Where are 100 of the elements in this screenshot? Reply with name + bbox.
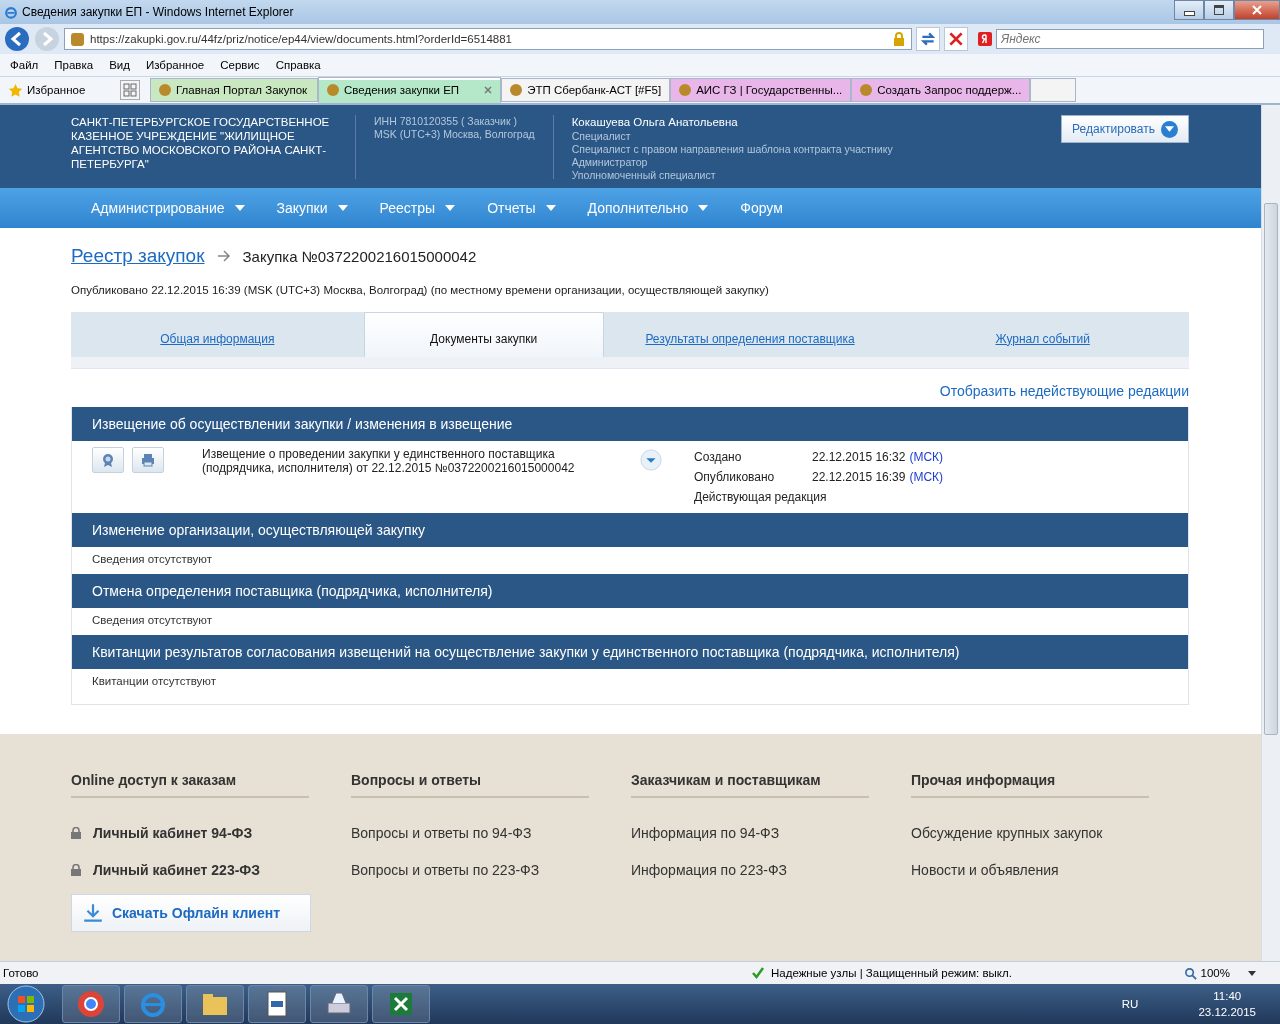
caret-icon (1248, 970, 1256, 976)
browser-tab[interactable]: Главная Портал Закупок (150, 78, 318, 102)
print-icon[interactable] (132, 447, 164, 473)
section-header: Квитанции результатов согласования извещений на осуществление закупки у единственного поставщика (подрядчика, исполнителя) (72, 635, 1188, 669)
clock-time: 11:40 (1213, 989, 1242, 1004)
user-role: Уполномоченный специалист (571, 169, 717, 182)
dropdown-icon (1161, 120, 1178, 138)
download-button[interactable]: Скачать Офлайн клиент (71, 894, 311, 932)
search-field[interactable]: Яндекс (996, 29, 1264, 49)
section-header: Изменение организации, осуществляющей закупку (72, 513, 1188, 547)
magnifier-icon (1183, 966, 1197, 980)
empty-message: Квитанции отсутствуют (91, 674, 217, 689)
browser-logo-icon (4, 5, 18, 19)
zoom-control[interactable]: 100% (1183, 966, 1280, 980)
section-header: Отмена определения поставщика (подрядчика, исполнителя) (72, 574, 1188, 608)
footer-heading: Заказчикам и поставщикам (631, 772, 869, 798)
taskbar-app-icon[interactable] (248, 985, 306, 1023)
footer-link[interactable]: Информация по 94-ФЗ (631, 824, 780, 841)
start-button[interactable] (6, 984, 46, 1024)
published-text: Опубликовано 22.12.2015 16:39 (MSK (UTC+3) Москва, Волгоград) (по местному времени организации, осуществляющей закупку) (71, 284, 770, 296)
registry-link[interactable]: Реестр закупок (71, 245, 205, 267)
footer-link[interactable]: Вопросы и ответы по 94-ФЗ (351, 824, 532, 841)
inn-text: ИНН 7810120355 ( Заказчик ) (374, 115, 518, 128)
maximize-button[interactable] (1204, 0, 1234, 20)
timezone-link[interactable]: (МСК) (909, 450, 944, 464)
caret-icon (545, 205, 556, 211)
edit-button[interactable]: Редактировать (1061, 115, 1189, 143)
language-indicator[interactable]: RU (1121, 998, 1139, 1010)
footer-link[interactable]: Личный кабинет 94-ФЗ (93, 824, 253, 841)
empty-message: Сведения отсутствуют (91, 552, 213, 567)
footer-link[interactable]: Информация по 223-ФЗ (631, 861, 787, 878)
quick-tabs-icon[interactable] (120, 80, 140, 100)
page-tab[interactable]: Документы закупки (363, 312, 604, 357)
clock-date: 23.12.2015 (1198, 1005, 1256, 1020)
user-role: Специалист с правом направления шаблона контракта участнику (571, 143, 894, 156)
address-bar[interactable]: https://zakupki.gov.ru/44fz/priz/notice/ep44/view/documents.html?orderId=6514881 (64, 28, 912, 50)
footer-heading: Вопросы и ответы (351, 772, 589, 798)
security-status: Надежные узлы | Защищенный режим: выкл. (751, 966, 1184, 980)
user-name: Кокашуева Ольга Анатольевна (571, 115, 739, 130)
lock-icon (71, 863, 81, 876)
caret-icon (234, 205, 245, 211)
menu-item[interactable]: Вид (101, 59, 138, 71)
minimize-button[interactable] (1174, 0, 1204, 20)
caret-icon (337, 205, 348, 211)
search-engine-icon (978, 32, 992, 46)
scrollbar[interactable] (1261, 105, 1280, 961)
caret-icon (445, 205, 456, 211)
empty-message: Сведения отсутствуют (91, 613, 213, 628)
star-icon (8, 82, 23, 98)
stop-icon[interactable] (944, 27, 968, 51)
browser-tab[interactable]: АИС ГЗ | Государственны... (670, 78, 852, 102)
timezone-text: MSK (UTC+3) Москва, Волгоград (374, 128, 535, 141)
user-role: Специалист (571, 130, 632, 143)
taskbar-app-icon[interactable] (62, 985, 120, 1023)
browser-tab[interactable]: Сведения закупки ЕП (318, 77, 502, 103)
timezone-link[interactable]: (МСК) (909, 470, 944, 484)
footer-heading: Прочая информация (911, 772, 1149, 798)
favorites-button[interactable]: Избранное (0, 82, 116, 98)
document-link[interactable]: Извещение о проведении закупки у единственного поставщика (подрядчика, исполнителя) от 22.12.2015 №0372200216015000042 (202, 447, 622, 475)
purchase-title: Закупка №0372200216015000042 (242, 247, 477, 265)
page-tab[interactable]: Общая информация (71, 312, 364, 357)
arrow-icon (216, 250, 231, 262)
meta-date: 22.12.2015 16:39 (812, 470, 906, 484)
footer-heading: Online доступ к заказам (71, 772, 309, 798)
taskbar-app-icon[interactable] (372, 985, 430, 1023)
menu-item[interactable]: Файл (2, 59, 47, 71)
footer-link[interactable]: Личный кабинет 223-ФЗ (93, 861, 261, 878)
caret-icon (698, 205, 709, 211)
meta-date: 22.12.2015 16:32 (812, 450, 906, 464)
footer-link[interactable]: Обсуждение крупных закупок (911, 824, 1103, 841)
page-tab[interactable]: Результаты определения поставщика (603, 312, 897, 357)
lock-icon (71, 826, 81, 839)
menu-item[interactable]: Справка (267, 59, 329, 71)
footer-link[interactable]: Новости и объявления (911, 861, 1059, 878)
expand-icon[interactable] (640, 449, 662, 471)
meta-label: Опубликовано (694, 470, 776, 484)
status-text: Готово (2, 967, 40, 979)
back-button[interactable] (4, 26, 30, 52)
refresh-icon[interactable] (916, 27, 940, 51)
download-icon (82, 902, 104, 924)
organization-name: САНКТ-ПЕТЕРБУРГСКОЕ ГОСУДАРСТВЕННОЕ КАЗЕННОЕ УЧРЕЖДЕНИЕ "ЖИЛИЩНОЕ АГЕНТСТВО МОСКОВСКОГО РАЙОНА САНКТ-ПЕТЕРБУРГА" (71, 115, 331, 172)
section-header: Извещение об осуществлении закупки / изменения в извещение (72, 407, 1188, 441)
meta-label: Создано (694, 450, 743, 464)
taskbar-app-icon[interactable] (310, 985, 368, 1023)
menu-item[interactable]: Избранное (137, 59, 213, 71)
taskbar-app-icon[interactable] (186, 985, 244, 1023)
lock-icon (893, 32, 905, 46)
award-icon[interactable] (92, 447, 124, 473)
footer-link[interactable]: Вопросы и ответы по 223-ФЗ (351, 861, 540, 878)
menu-item[interactable]: Правка (46, 59, 102, 71)
checkmark-icon (751, 966, 765, 980)
close-icon (1252, 5, 1262, 15)
user-role: Администратор (571, 156, 649, 169)
browser-tab[interactable]: ЭТП Сбербанк-АСТ [#F5] (501, 78, 671, 102)
menu-item[interactable]: Сервис (212, 59, 268, 71)
window-title: Сведения закупки ЕП - Windows Internet Explorer (22, 5, 294, 19)
browser-tab[interactable]: Создать Запрос поддерж... (851, 78, 1031, 102)
close-button[interactable] (1234, 0, 1280, 20)
version-status: Действующая редакция (694, 490, 827, 504)
page-tab[interactable]: Журнал событий (896, 312, 1189, 357)
